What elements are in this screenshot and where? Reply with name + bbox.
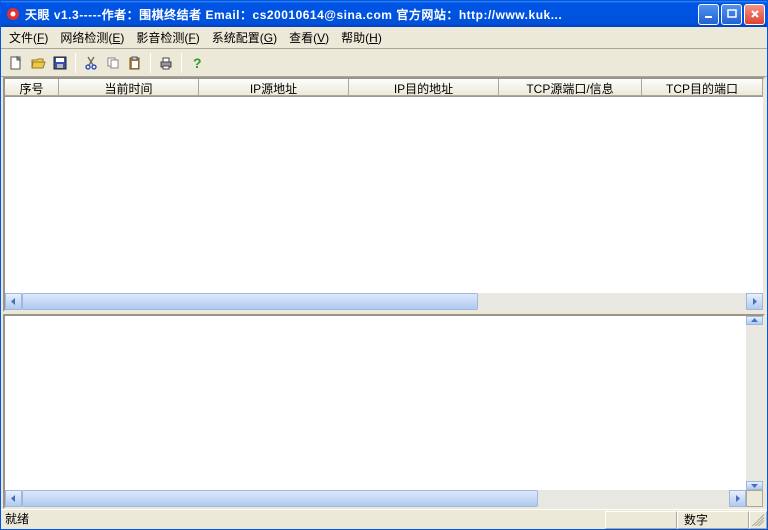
col-seq[interactable]: 序号 [5,79,59,96]
status-empty [605,511,677,529]
packet-table-panel: 序号 当前时间 IP源地址 IP目的地址 TCP源端口/信息 TCP目的端口 [3,77,765,312]
scroll-corner [746,490,763,507]
scroll-track[interactable] [22,490,729,507]
menu-mediadetect[interactable]: 影音检测(F) [130,27,205,48]
scroll-up-icon[interactable] [746,316,763,325]
menu-file[interactable]: 文件(F) [3,27,54,48]
scroll-down-icon[interactable] [746,481,763,490]
hscrollbar-top[interactable] [5,293,763,310]
hscrollbar-bottom[interactable] [5,490,763,507]
vscrollbar-bottom[interactable] [746,316,763,490]
scroll-track[interactable] [22,293,746,310]
app-icon [5,6,21,22]
col-tcpdst[interactable]: TCP目的端口 [642,79,763,96]
copy-button[interactable] [102,52,124,74]
svg-text:?: ? [193,55,202,71]
menu-netdetect[interactable]: 网络检测(E) [54,27,130,48]
col-dstip[interactable]: IP目的地址 [349,79,499,96]
toolbar-sep [181,53,182,73]
window-buttons [698,4,765,25]
minimize-button[interactable] [698,4,719,25]
col-time[interactable]: 当前时间 [59,79,199,96]
table-body[interactable] [5,97,763,293]
scroll-right-icon[interactable] [746,293,763,310]
toolbar-sep [75,53,76,73]
new-button[interactable] [5,52,27,74]
resize-grip[interactable] [749,511,767,529]
toolbar-sep [150,53,151,73]
status-ready: 就绪 [1,511,605,529]
titlebar: 天眼 v1.3-----作者：围棋终结者 Email：cs20010614@si… [1,1,767,27]
menu-view[interactable]: 查看(V) [283,27,335,48]
col-tcpsrc[interactable]: TCP源端口/信息 [499,79,642,96]
detail-panel [3,314,765,509]
scroll-thumb[interactable] [22,293,478,310]
menu-sysconfig[interactable]: 系统配置(G) [206,27,283,48]
close-button[interactable] [744,4,765,25]
detail-content[interactable] [5,316,746,490]
statusbar: 就绪 数字 [1,509,767,529]
cut-button[interactable] [80,52,102,74]
scroll-left-icon[interactable] [5,293,22,310]
toolbar: ? [1,49,767,77]
window-title: 天眼 v1.3-----作者：围棋终结者 Email：cs20010614@si… [25,6,698,23]
save-button[interactable] [49,52,71,74]
menu-help[interactable]: 帮助(H) [335,27,388,48]
scroll-left-icon[interactable] [5,490,22,507]
menubar: 文件(F) 网络检测(E) 影音检测(F) 系统配置(G) 查看(V) 帮助(H… [1,27,767,49]
paste-button[interactable] [124,52,146,74]
print-button[interactable] [155,52,177,74]
status-numlock: 数字 [677,511,749,529]
scroll-thumb[interactable] [22,490,538,507]
scroll-right-icon[interactable] [729,490,746,507]
open-button[interactable] [27,52,49,74]
help-button[interactable]: ? [186,52,208,74]
scroll-track[interactable] [746,325,763,481]
work-area: 序号 当前时间 IP源地址 IP目的地址 TCP源端口/信息 TCP目的端口 [1,77,767,509]
maximize-button[interactable] [721,4,742,25]
col-srcip[interactable]: IP源地址 [199,79,349,96]
table-header: 序号 当前时间 IP源地址 IP目的地址 TCP源端口/信息 TCP目的端口 [5,79,763,97]
